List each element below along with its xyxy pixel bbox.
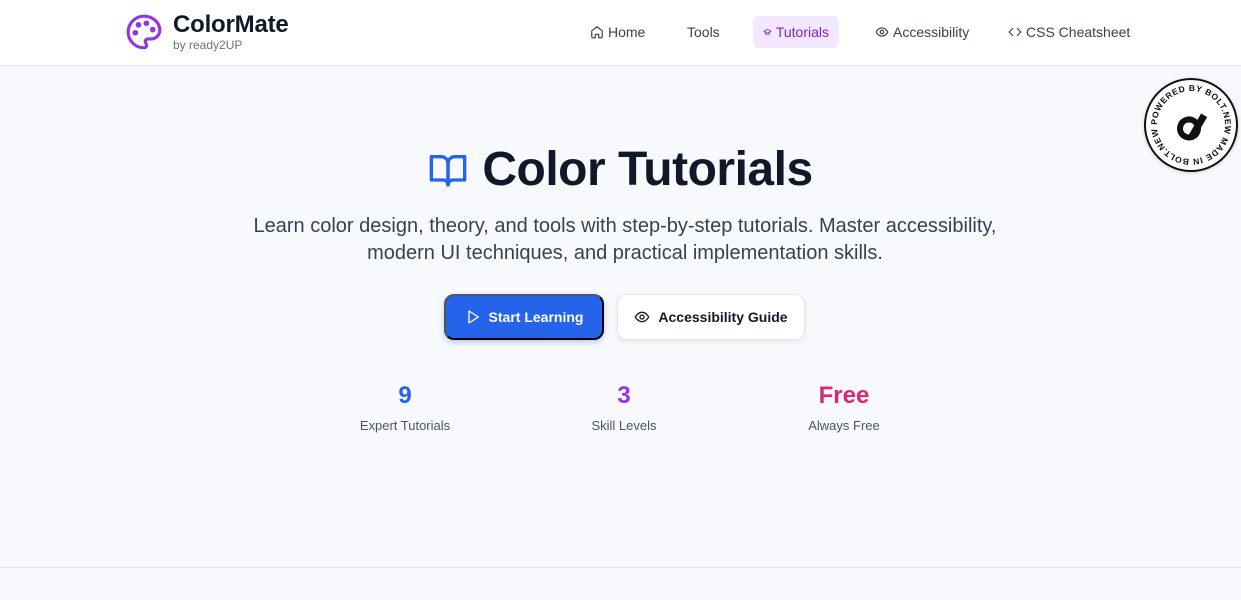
stat-value: 3 [617,382,631,409]
page-title: Color Tutorials [482,143,813,196]
brand[interactable]: ColorMate by ready2UP [125,12,289,52]
stat-expert-tutorials: 9 Expert Tutorials [305,380,505,433]
stat-label: Expert Tutorials [359,418,451,433]
nav-tools-label: Tools [687,24,720,40]
play-icon [467,310,479,324]
home-icon [591,26,603,39]
nav-css-cheatsheet[interactable]: CSS Cheatsheet [998,16,1140,48]
palette-icon [126,14,162,50]
hero-description-line-2: modern UI techniques, and practical impl… [367,242,883,264]
start-learning-label: Start Learning [488,309,584,325]
eye-icon [875,27,889,37]
hero-heading: Color Tutorials [0,142,1241,197]
accessibility-guide-label: Accessibility Guide [658,309,788,325]
hero-description-line-1: Learn color design, theory, and tools wi… [253,215,997,237]
accessibility-guide-button[interactable]: Accessibility Guide [617,294,805,340]
nav-home-label: Home [608,24,646,40]
stat-value: 9 [398,382,412,409]
brand-name: ColorMate [173,11,289,38]
graduation-cap-icon [763,29,772,35]
code-icon [1008,27,1022,37]
nav-tutorials[interactable]: Tutorials [753,16,839,48]
hero-description: Learn color design, theory, and tools wi… [245,213,1005,267]
stat-label: Skill Levels [591,418,657,433]
nav-css-cheatsheet-label: CSS Cheatsheet [1026,24,1131,40]
brand-subtitle: by ready2UP [173,38,243,52]
stat-label: Always Free [808,418,880,433]
stat-always-free: Free Always Free [744,380,944,433]
stat-skill-levels: 3 Skill Levels [524,380,724,433]
nav-tutorials-label: Tutorials [775,24,829,40]
nav-tools[interactable]: Tools [677,16,730,48]
start-learning-button[interactable]: Start Learning [444,294,604,340]
eye-icon [635,311,650,323]
nav-accessibility[interactable]: Accessibility [865,16,979,48]
section-divider [0,567,1241,568]
top-navigation-bar: ColorMate by ready2UP Home Tools Tutoria… [0,0,1241,66]
stat-value: Free [818,382,870,409]
nav-home[interactable]: Home [580,16,655,48]
book-open-icon [430,154,467,187]
nav-accessibility-label: Accessibility [893,24,970,40]
